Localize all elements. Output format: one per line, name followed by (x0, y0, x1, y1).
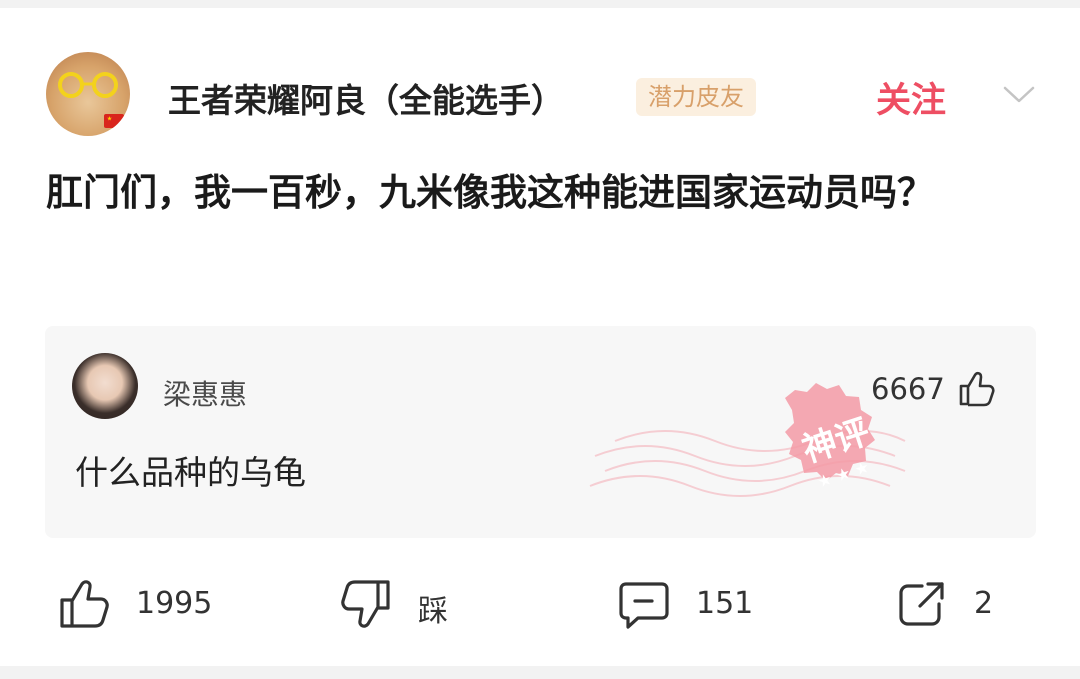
like-count: 1995 (136, 586, 213, 621)
thumbs-up-icon (60, 580, 109, 628)
post-card: 王者荣耀阿良（全能选手） 潜力皮友 关注 肛门们，我一百秒，九米像我这种能进国家… (0, 8, 1080, 666)
flag-icon (104, 114, 124, 128)
follow-button[interactable]: 关注 (876, 72, 946, 123)
dislike-button[interactable]: 踩 (340, 574, 480, 638)
comment-text: 什么品种的乌龟 (75, 453, 306, 492)
comment-like-count: 6667 (871, 372, 945, 406)
user-name[interactable]: 王者荣耀阿良（全能选手） (168, 74, 564, 122)
post-text: 肛门们，我一百秒，九米像我这种能进国家运动员吗？ (46, 171, 934, 214)
comment-count: 151 (696, 586, 754, 621)
share-count: 2 (974, 586, 994, 621)
commenter-avatar[interactable] (72, 353, 138, 419)
thumbs-down-icon (341, 580, 390, 628)
share-icon (899, 582, 944, 626)
dislike-label: 踩 (418, 594, 448, 629)
comment-icon (619, 582, 669, 629)
user-avatar[interactable] (46, 52, 130, 136)
glasses-decoration (58, 72, 118, 98)
comment-button[interactable]: 151 (618, 574, 778, 638)
god-comment-stamp: 神评 ★ ★ ★ (589, 383, 906, 497)
commenter-name[interactable]: 梁惠惠 (163, 373, 247, 413)
chevron-down-icon[interactable] (1002, 82, 1036, 106)
like-button[interactable]: 1995 (58, 574, 228, 638)
share-button[interactable]: 2 (896, 574, 1006, 638)
thumbs-up-icon[interactable] (957, 370, 995, 408)
god-comment-box[interactable]: 神评 ★ ★ ★ 梁惠惠 6667 什么品种的乌龟 (45, 326, 1036, 538)
user-badge: 潜力皮友 (636, 78, 756, 116)
